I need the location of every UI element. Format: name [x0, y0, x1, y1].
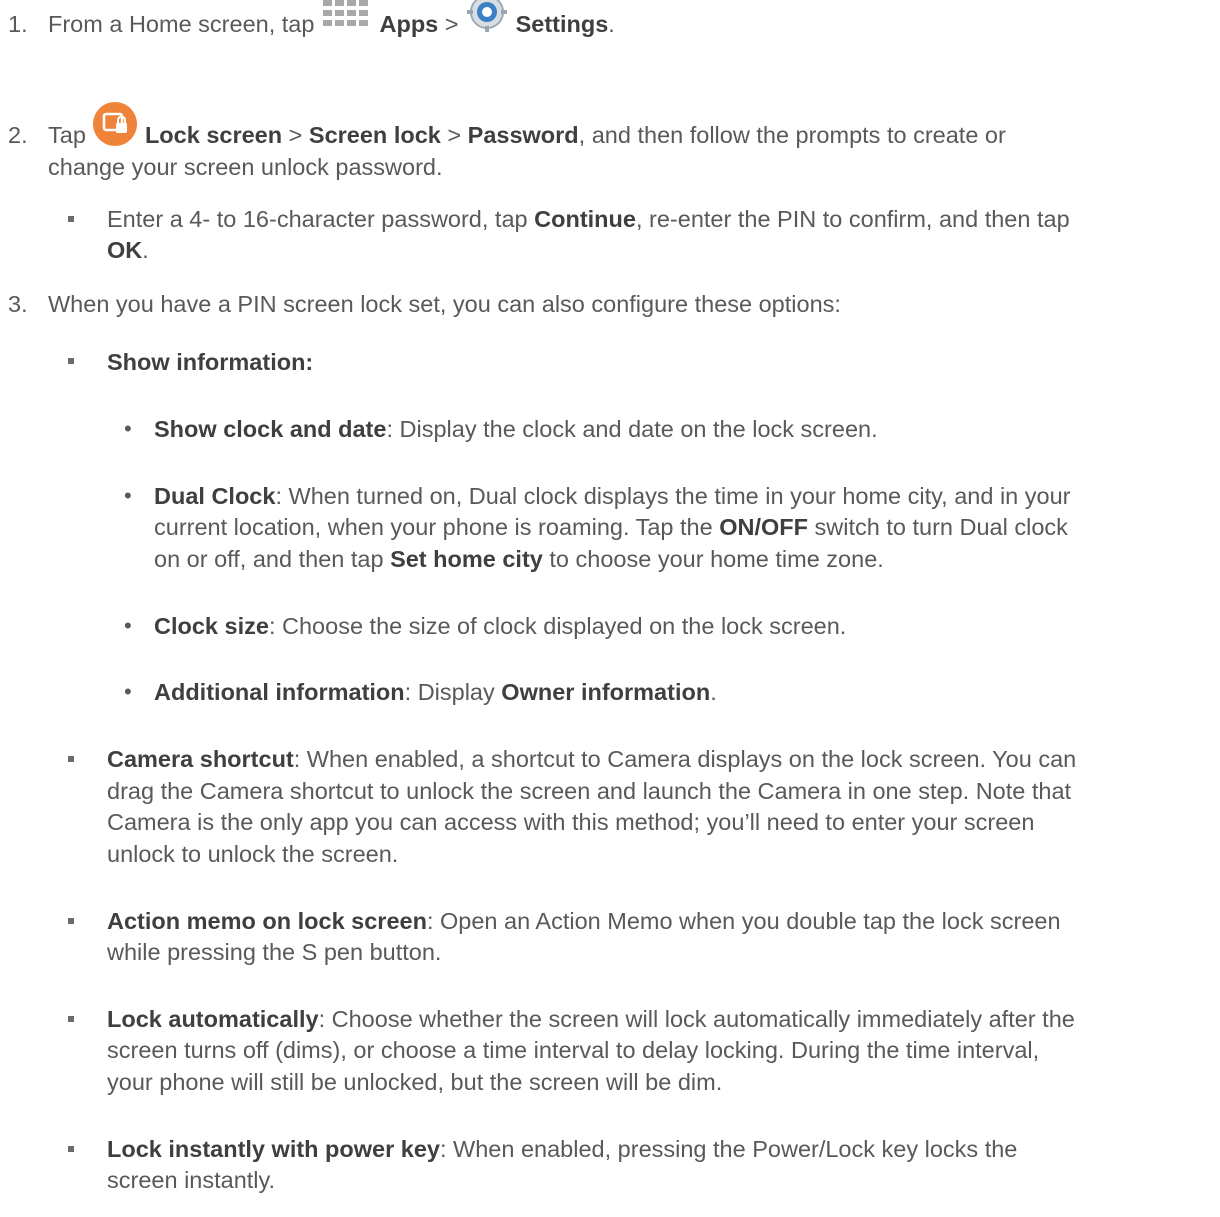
- settings-gear-icon: [465, 0, 509, 40]
- square-bullet: [68, 756, 74, 762]
- round-bullet: •: [124, 613, 132, 638]
- document-page: 1. From a Home screen, tap Apps > Settin…: [0, 0, 1220, 1217]
- step-number: 1.: [8, 11, 28, 37]
- password-instruction-cont: OK.: [107, 237, 149, 263]
- step-number: 3.: [8, 291, 28, 317]
- apps-grid-icon: [321, 0, 373, 34]
- show-information-title: Show information:: [107, 349, 314, 375]
- lock-automatically-cont: your phone will still be unlocked, but t…: [107, 1069, 723, 1095]
- clock-size-item: Clock size: Choose the size of clock dis…: [154, 613, 847, 639]
- step-2-text-cont: change your screen unlock password.: [48, 154, 443, 180]
- step-3-text: When you have a PIN screen lock set, you…: [48, 291, 841, 317]
- dual-clock-item-cont: current location, when your phone is roa…: [154, 514, 1068, 540]
- additional-info-item: Additional information: Display Owner in…: [154, 679, 717, 705]
- lock-screen-icon: [92, 101, 138, 153]
- dual-clock-item: Dual Clock: When turned on, Dual clock d…: [154, 483, 1071, 509]
- step-2-text: Tap Lock screen > Screen lock > Password…: [48, 102, 1006, 153]
- lock-automatically-cont: screen turns off (dims), or choose a tim…: [107, 1037, 1040, 1063]
- camera-shortcut-cont: drag the Camera shortcut to unlock the s…: [107, 778, 1072, 804]
- camera-shortcut-cont: unlock to unlock the screen.: [107, 841, 399, 867]
- lock-instantly-cont: screen instantly.: [107, 1167, 276, 1193]
- show-clock-item: Show clock and date: Display the clock a…: [154, 416, 878, 442]
- camera-shortcut-cont: Camera is the only app you can access wi…: [107, 809, 1035, 835]
- lock-automatically-item: Lock automatically: Choose whether the s…: [107, 1006, 1075, 1032]
- square-bullet: [68, 216, 74, 222]
- step-1-text: From a Home screen, tap Apps > Settings.: [48, 0, 615, 40]
- lock-instantly-item: Lock instantly with power key: When enab…: [107, 1136, 1018, 1162]
- square-bullet: [68, 918, 74, 924]
- round-bullet: •: [124, 483, 132, 508]
- camera-shortcut-item: Camera shortcut: When enabled, a shortcu…: [107, 746, 1077, 772]
- round-bullet: •: [124, 416, 132, 441]
- square-bullet: [68, 1146, 74, 1152]
- square-bullet: [68, 1016, 74, 1022]
- action-memo-item: Action memo on lock screen: Open an Acti…: [107, 908, 1061, 934]
- step-number: 2.: [8, 122, 28, 148]
- dual-clock-item-cont2: on or off, and then tap Set home city to…: [154, 546, 884, 572]
- square-bullet: [68, 358, 74, 364]
- round-bullet: •: [124, 679, 132, 704]
- password-instruction: Enter a 4- to 16-character password, tap…: [107, 206, 1070, 232]
- action-memo-cont: while pressing the S pen button.: [107, 939, 442, 965]
